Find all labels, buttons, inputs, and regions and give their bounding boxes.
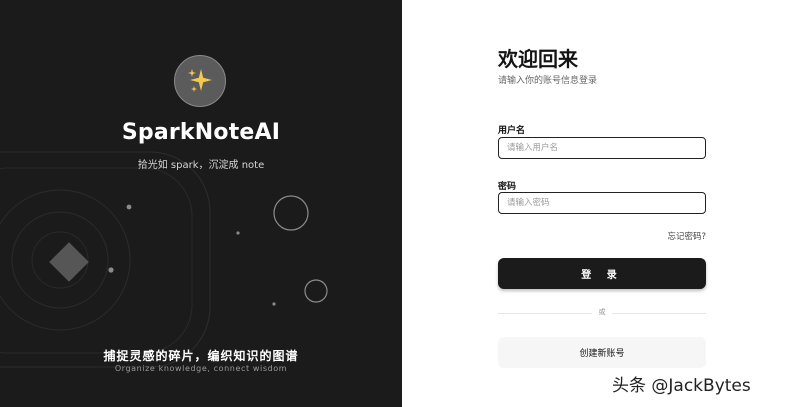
login-panel: 欢迎回来 请输入你的账号信息登录 用户名 密码 忘记密码? 登 录 或 创建新账… xyxy=(402,0,800,407)
logo xyxy=(174,55,226,107)
watermark: 头条 @JackBytes xyxy=(612,376,751,396)
username-label: 用户名 xyxy=(498,126,526,136)
page-subtitle: 请输入你的账号信息登录 xyxy=(498,76,598,86)
sparkles-icon xyxy=(188,69,212,92)
brand-name: SparkNoteAI xyxy=(121,120,281,145)
create-account-button[interactable]: 创建新账号 xyxy=(498,337,706,368)
forgot-password-link[interactable]: 忘记密码? xyxy=(498,230,706,242)
divider-line-right xyxy=(612,313,706,314)
username-input[interactable] xyxy=(498,137,706,159)
password-input[interactable] xyxy=(498,192,706,214)
password-label: 密码 xyxy=(498,182,517,192)
or-divider: 或 xyxy=(498,307,706,319)
login-button[interactable]: 登 录 xyxy=(498,258,706,289)
brand-panel: SparkNoteAI 拾光如 spark，沉淀成 note 捕捉灵感的碎片，编… xyxy=(0,0,402,407)
brand-tagline: 拾光如 spark，沉淀成 note xyxy=(137,160,265,171)
brand-slogan: 捕捉灵感的碎片，编织知识的图谱 xyxy=(103,349,299,363)
brand-slogan-english: Organize knowledge, connect wisdom xyxy=(114,364,288,373)
divider-text: 或 xyxy=(598,308,606,316)
page-title: 欢迎回来 xyxy=(498,47,578,71)
